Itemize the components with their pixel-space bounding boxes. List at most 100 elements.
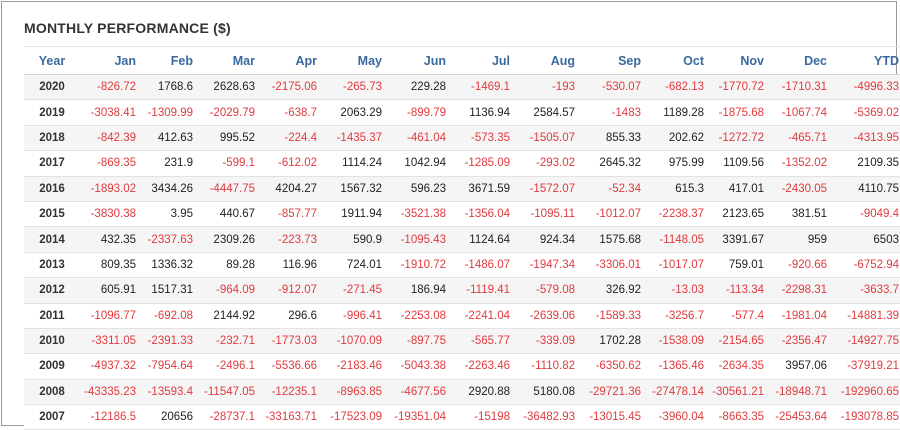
value-cell-feb: -1309.99 bbox=[142, 99, 199, 126]
value-cell-sep: 1702.28 bbox=[581, 328, 647, 355]
value-cell-oct: -2238.37 bbox=[647, 201, 710, 228]
value-cell-jul: 1124.64 bbox=[452, 226, 516, 253]
value-cell-dec: -2430.05 bbox=[770, 176, 833, 202]
year-cell: 2012 bbox=[24, 277, 80, 304]
value-cell-ytd: -5369.02 bbox=[833, 99, 900, 126]
table-row: 2012 605.91 1517.31 -964.09 -912.07 -271.45 18… bbox=[24, 277, 900, 304]
value-cell-oct: -1148.05 bbox=[647, 226, 710, 253]
value-cell-oct: -3256.7 bbox=[647, 303, 710, 329]
value-cell-oct: 1189.28 bbox=[647, 99, 710, 126]
value-cell-oct: 202.62 bbox=[647, 125, 710, 152]
value-cell-aug: 5180.08 bbox=[516, 379, 581, 406]
table-row: 2014 432.35 -2337.63 2309.26 -223.73 590.9 -10… bbox=[24, 226, 900, 253]
value-cell-sep: -6350.62 bbox=[581, 353, 647, 380]
value-cell-feb: 1336.32 bbox=[142, 252, 199, 279]
value-cell-mar: -964.09 bbox=[199, 277, 261, 304]
value-cell-aug: -293.02 bbox=[516, 150, 581, 177]
year-cell: 2017 bbox=[24, 150, 80, 177]
value-cell-ytd: 4110.75 bbox=[833, 176, 900, 202]
value-cell-feb: -2391.33 bbox=[142, 328, 199, 355]
column-header-year: Year bbox=[24, 46, 80, 75]
value-cell-may: -8963.85 bbox=[323, 379, 388, 406]
value-cell-may: 2063.29 bbox=[323, 99, 388, 126]
value-cell-aug: -1110.82 bbox=[516, 353, 581, 380]
value-cell-jul: -1469.1 bbox=[452, 74, 516, 101]
value-cell-jun: -461.04 bbox=[388, 125, 452, 152]
value-cell-nov: -577.4 bbox=[710, 303, 770, 329]
value-cell-may: -17523.09 bbox=[323, 404, 388, 430]
value-cell-apr: -12235.1 bbox=[261, 379, 323, 406]
value-cell-jan: -4937.32 bbox=[80, 353, 142, 380]
table-row: 2019 -3038.41 -1309.99 -2029.79 -638.7 2063.2… bbox=[24, 99, 900, 126]
value-cell-jun: -897.75 bbox=[388, 328, 452, 355]
value-cell-sep: -1589.33 bbox=[581, 303, 647, 329]
value-cell-oct: -1017.07 bbox=[647, 252, 710, 279]
value-cell-nov: -2634.35 bbox=[710, 353, 770, 380]
value-cell-mar: -4447.75 bbox=[199, 176, 261, 202]
value-cell-oct: -1365.46 bbox=[647, 353, 710, 380]
table-row: 2008 -43335.23 -13593.4 -11547.05 -12235.1 -8… bbox=[24, 379, 900, 406]
value-cell-aug: -2639.06 bbox=[516, 303, 581, 329]
value-cell-aug: -36482.93 bbox=[516, 404, 581, 430]
column-header-sep: Sep bbox=[581, 46, 647, 75]
value-cell-ytd: -6752.94 bbox=[833, 252, 900, 279]
value-cell-jan: -3830.38 bbox=[80, 201, 142, 228]
value-cell-ytd: 2109.35 bbox=[833, 150, 900, 177]
value-cell-jul: -1356.04 bbox=[452, 201, 516, 228]
value-cell-dec: -2298.31 bbox=[770, 277, 833, 304]
value-cell-nov: 2123.65 bbox=[710, 201, 770, 228]
value-cell-mar: -599.1 bbox=[199, 150, 261, 177]
column-header-aug: Aug bbox=[516, 46, 581, 75]
value-cell-oct: -27478.14 bbox=[647, 379, 710, 406]
value-cell-may: -265.73 bbox=[323, 74, 388, 101]
value-cell-mar: 89.28 bbox=[199, 252, 261, 279]
value-cell-apr: -224.4 bbox=[261, 125, 323, 152]
value-cell-aug: -1505.07 bbox=[516, 125, 581, 152]
value-cell-jul: -573.35 bbox=[452, 125, 516, 152]
value-cell-jun: -2253.08 bbox=[388, 303, 452, 329]
value-cell-dec: -1067.74 bbox=[770, 99, 833, 126]
value-cell-jan: 605.91 bbox=[80, 277, 142, 304]
value-cell-jan: -12186.5 bbox=[80, 404, 142, 430]
value-cell-ytd: -37919.21 bbox=[833, 353, 900, 380]
value-cell-dec: -920.66 bbox=[770, 252, 833, 279]
value-cell-mar: -2496.1 bbox=[199, 353, 261, 380]
value-cell-mar: -11547.05 bbox=[199, 379, 261, 406]
value-cell-oct: 615.3 bbox=[647, 176, 710, 202]
value-cell-feb: 3.95 bbox=[142, 201, 199, 228]
value-cell-jun: -5043.38 bbox=[388, 353, 452, 380]
value-cell-jun: 229.28 bbox=[388, 74, 452, 101]
value-cell-ytd: -192960.65 bbox=[833, 379, 900, 406]
value-cell-apr: -2175.06 bbox=[261, 74, 323, 101]
value-cell-jun: -4677.56 bbox=[388, 379, 452, 406]
column-header-jan: Jan bbox=[80, 46, 142, 75]
year-cell: 2020 bbox=[24, 74, 80, 101]
column-header-jul: Jul bbox=[452, 46, 516, 75]
table-row: 2015 -3830.38 3.95 440.67 -857.77 1911.94 -352… bbox=[24, 201, 900, 228]
table-row: 2013 809.35 1336.32 89.28 116.96 724.01 -1910.… bbox=[24, 252, 900, 279]
value-cell-jun: -19351.04 bbox=[388, 404, 452, 430]
value-cell-nov: -1875.68 bbox=[710, 99, 770, 126]
value-cell-may: 724.01 bbox=[323, 252, 388, 279]
value-cell-apr: -612.02 bbox=[261, 150, 323, 177]
value-cell-nov: -113.34 bbox=[710, 277, 770, 304]
value-cell-oct: -682.13 bbox=[647, 74, 710, 101]
value-cell-jul: -15198 bbox=[452, 404, 516, 430]
value-cell-mar: 995.52 bbox=[199, 125, 261, 152]
value-cell-oct: -1538.09 bbox=[647, 328, 710, 355]
value-cell-feb: 20656 bbox=[142, 404, 199, 430]
value-cell-sep: 855.33 bbox=[581, 125, 647, 152]
value-cell-oct: 975.99 bbox=[647, 150, 710, 177]
value-cell-ytd: -4996.33 bbox=[833, 74, 900, 101]
value-cell-jun: -1095.43 bbox=[388, 226, 452, 253]
value-cell-jul: -1119.41 bbox=[452, 277, 516, 304]
year-cell: 2011 bbox=[24, 303, 80, 329]
table-row: 2011 -1096.77 -692.08 2144.92 296.6 -996.41 -2… bbox=[24, 303, 900, 329]
value-cell-mar: 2309.26 bbox=[199, 226, 261, 253]
value-cell-jul: -2241.04 bbox=[452, 303, 516, 329]
value-cell-feb: -2337.63 bbox=[142, 226, 199, 253]
value-cell-ytd: -14881.39 bbox=[833, 303, 900, 329]
year-cell: 2009 bbox=[24, 353, 80, 380]
value-cell-mar: -28737.1 bbox=[199, 404, 261, 430]
value-cell-sep: -3306.01 bbox=[581, 252, 647, 279]
